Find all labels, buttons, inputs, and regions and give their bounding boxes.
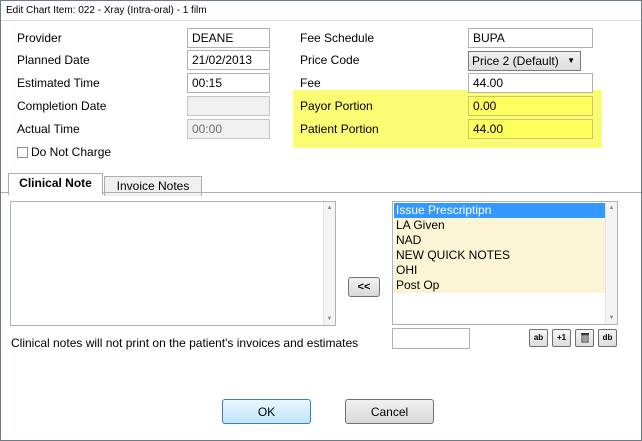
fee-schedule-field[interactable]: BUPA [468, 28, 593, 48]
scroll-up-icon[interactable]: ▲ [324, 203, 335, 213]
patient-portion-label: Patient Portion [300, 122, 379, 136]
planned-date-label: Planned Date [17, 53, 90, 67]
clinical-note-textarea[interactable]: ▲ ▼ [10, 201, 336, 326]
scroll-down-icon[interactable]: ▼ [324, 314, 335, 324]
edit-note-label: ab [533, 333, 544, 342]
fee-schedule-label: Fee Schedule [300, 31, 375, 45]
payor-portion-field[interactable]: 0.00 [468, 96, 593, 116]
add-note-label: +1 [556, 333, 567, 342]
fee-label: Fee [300, 76, 321, 90]
completion-date-label: Completion Date [17, 99, 107, 113]
price-code-value: Price 2 (Default) [472, 54, 559, 68]
quick-note-search-field[interactable] [392, 328, 470, 349]
scroll-up-icon[interactable]: ▲ [606, 203, 617, 213]
estimated-time-label: Estimated Time [17, 76, 100, 90]
planned-date-field[interactable]: 21/02/2013 [187, 50, 270, 70]
dropdown-arrow-icon: ▼ [567, 56, 575, 65]
quick-note-item[interactable]: NEW QUICK NOTES [394, 248, 616, 263]
quick-note-item[interactable]: Post Op [394, 278, 616, 293]
quick-notes-scrollbar[interactable]: ▲ ▼ [605, 202, 617, 324]
scroll-down-icon[interactable]: ▼ [606, 313, 617, 323]
note-scrollbar[interactable]: ▲ ▼ [323, 202, 335, 325]
quick-note-item[interactable]: NAD [394, 233, 616, 248]
fee-field[interactable]: 44.00 [468, 73, 593, 93]
database-label: db [602, 333, 613, 342]
cancel-button[interactable]: Cancel [345, 399, 434, 424]
price-code-select[interactable]: Price 2 (Default) ▼ [468, 51, 581, 71]
quick-note-item[interactable]: Issue Prescriptipn [394, 203, 616, 218]
estimated-time-field[interactable]: 00:15 [187, 73, 270, 93]
quick-notes-list[interactable]: Issue Prescriptipn LA Given NAD NEW QUIC… [392, 201, 618, 325]
window-title: Edit Chart Item: 022 - Xray (Intra-oral)… [1, 1, 641, 21]
add-note-icon[interactable]: +1 [552, 329, 571, 347]
actual-time-label: Actual Time [17, 122, 80, 136]
clinical-note-disclaimer: Clinical notes will not print on the pat… [11, 336, 359, 350]
database-icon[interactable]: db [598, 329, 617, 347]
edit-note-icon[interactable]: ab [529, 329, 548, 347]
do-not-charge-checkbox[interactable] [17, 147, 28, 158]
provider-label: Provider [17, 31, 62, 45]
quick-note-item[interactable]: LA Given [394, 218, 616, 233]
edit-chart-item-dialog: Edit Chart Item: 022 - Xray (Intra-oral)… [0, 0, 642, 441]
do-not-charge-label: Do Not Charge [31, 145, 112, 159]
price-code-label: Price Code [300, 53, 360, 67]
completion-date-field [187, 96, 270, 116]
insert-quick-note-button[interactable]: << [348, 277, 380, 297]
payor-portion-label: Payor Portion [300, 99, 373, 113]
tab-clinical-note[interactable]: Clinical Note [8, 173, 103, 195]
patient-portion-field[interactable]: 44.00 [468, 119, 593, 139]
actual-time-field: 00:00 [187, 119, 270, 139]
ok-button[interactable]: OK [222, 399, 311, 424]
quick-note-item[interactable]: OHI [394, 263, 616, 278]
provider-field[interactable]: DEANE [187, 28, 270, 48]
tab-invoice-notes[interactable]: Invoice Notes [104, 176, 202, 196]
trash-icon[interactable] [575, 329, 594, 347]
